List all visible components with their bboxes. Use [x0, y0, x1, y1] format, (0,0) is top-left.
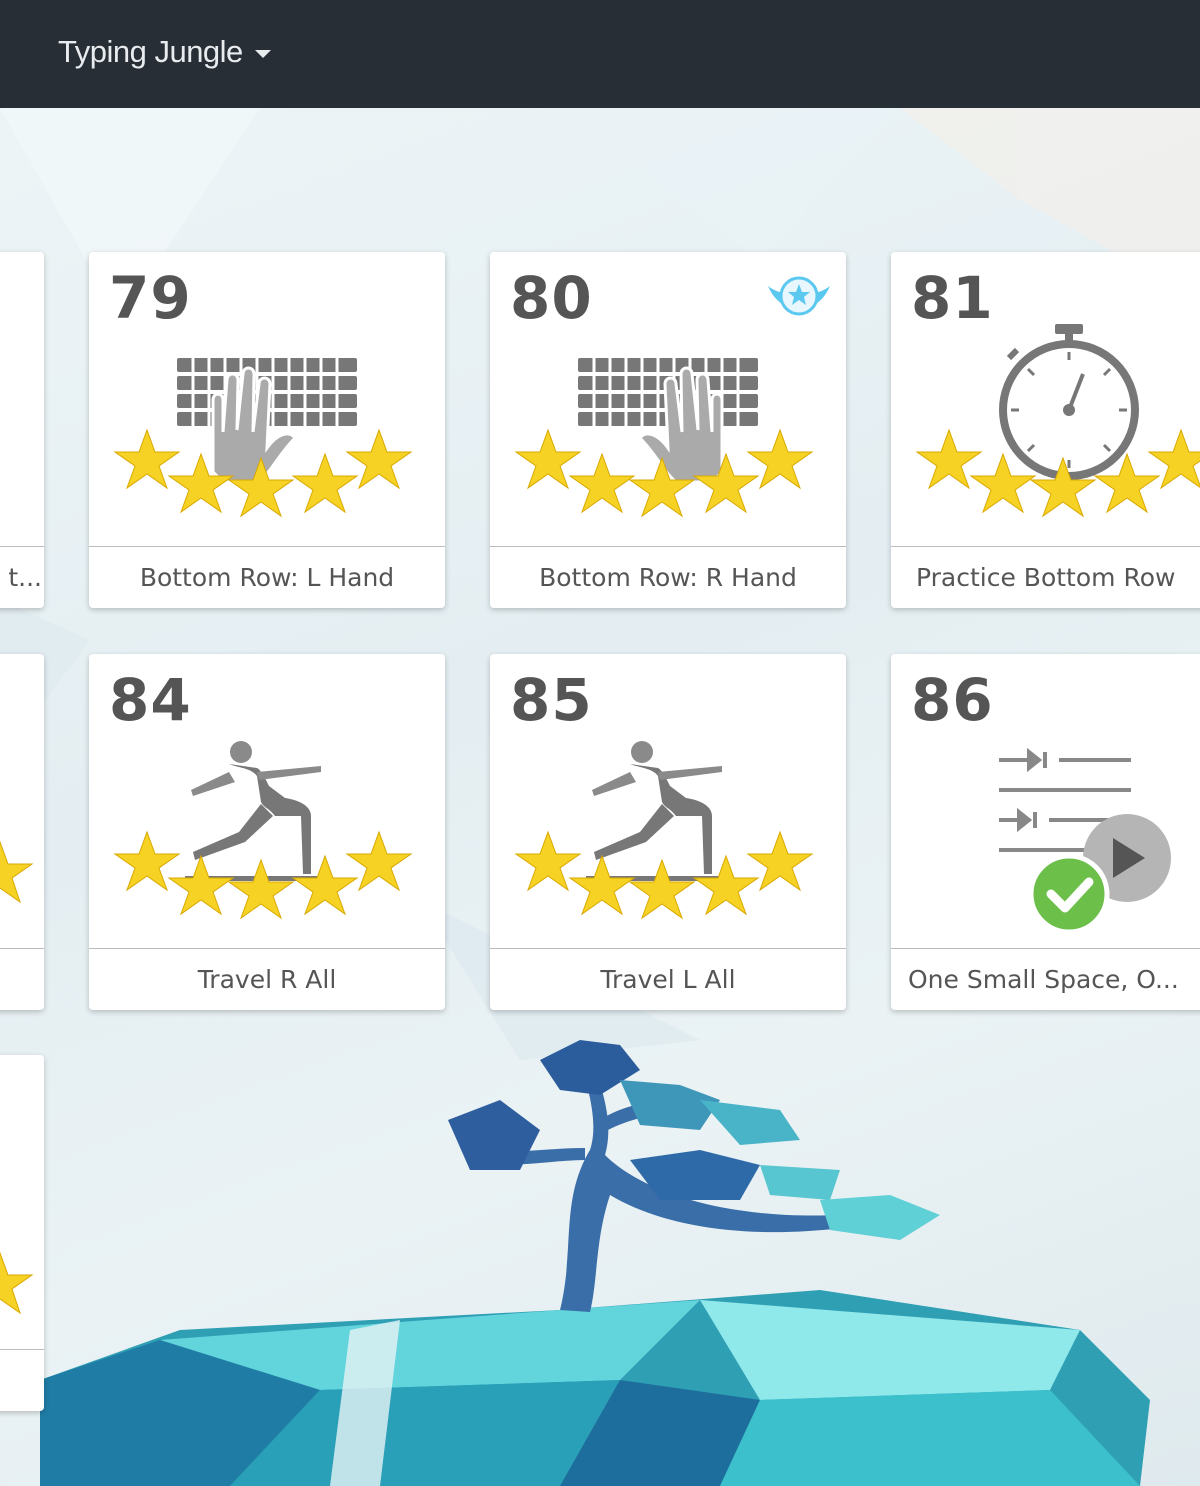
lesson-title: One Small Space, O...	[891, 948, 1200, 1010]
lesson-title: Bottom Row: L Hand	[89, 546, 445, 608]
lesson-card-85[interactable]: 85 Travel L All	[490, 654, 846, 1010]
winged-star-badge-icon	[768, 276, 830, 316]
lesson-card-partial[interactable]: t...	[0, 252, 44, 608]
star-rating	[514, 830, 814, 920]
floating-island	[40, 1290, 1150, 1486]
keyboard-hand-icon	[514, 358, 814, 518]
lesson-title: Practice Bottom Row	[891, 546, 1200, 608]
star-icon	[0, 1251, 34, 1315]
lesson-title: Travel L All	[490, 948, 846, 1010]
lesson-card-81[interactable]: 81 Practice Bottom Row	[891, 252, 1200, 608]
stopwatch-icon	[915, 324, 1200, 518]
lesson-card-79[interactable]: 79 Bottom Row: L Hand	[89, 252, 445, 608]
brand-dropdown[interactable]: Typing Jungle	[58, 30, 271, 74]
star-rating	[113, 830, 413, 920]
checkmark-icon	[1028, 853, 1110, 934]
lesson-card-84[interactable]: 84 Travel R All	[89, 654, 445, 1010]
keyboard-hand-icon	[113, 358, 413, 518]
lesson-card-partial[interactable]	[0, 654, 44, 1010]
lesson-card-86[interactable]: 86 One Small Space, O...	[891, 654, 1200, 1010]
yoga-pose-icon	[113, 741, 413, 920]
lesson-title: Travel R All	[89, 948, 445, 1010]
bonsai-tree	[448, 1040, 940, 1312]
lesson-card-title: t...	[0, 546, 44, 608]
star-icon	[0, 840, 34, 904]
lesson-title: Bottom Row: R Hand	[490, 546, 846, 608]
tab-lines-icon	[999, 747, 1171, 934]
brand-label: Typing Jungle	[58, 34, 243, 69]
top-navbar: Typing Jungle	[0, 0, 1200, 108]
lesson-card-80[interactable]: 80 Bottom Row: R Hand	[490, 252, 846, 608]
yoga-pose-icon	[514, 741, 814, 920]
lesson-card-partial[interactable]	[0, 1055, 44, 1411]
chevron-down-icon	[254, 50, 271, 58]
